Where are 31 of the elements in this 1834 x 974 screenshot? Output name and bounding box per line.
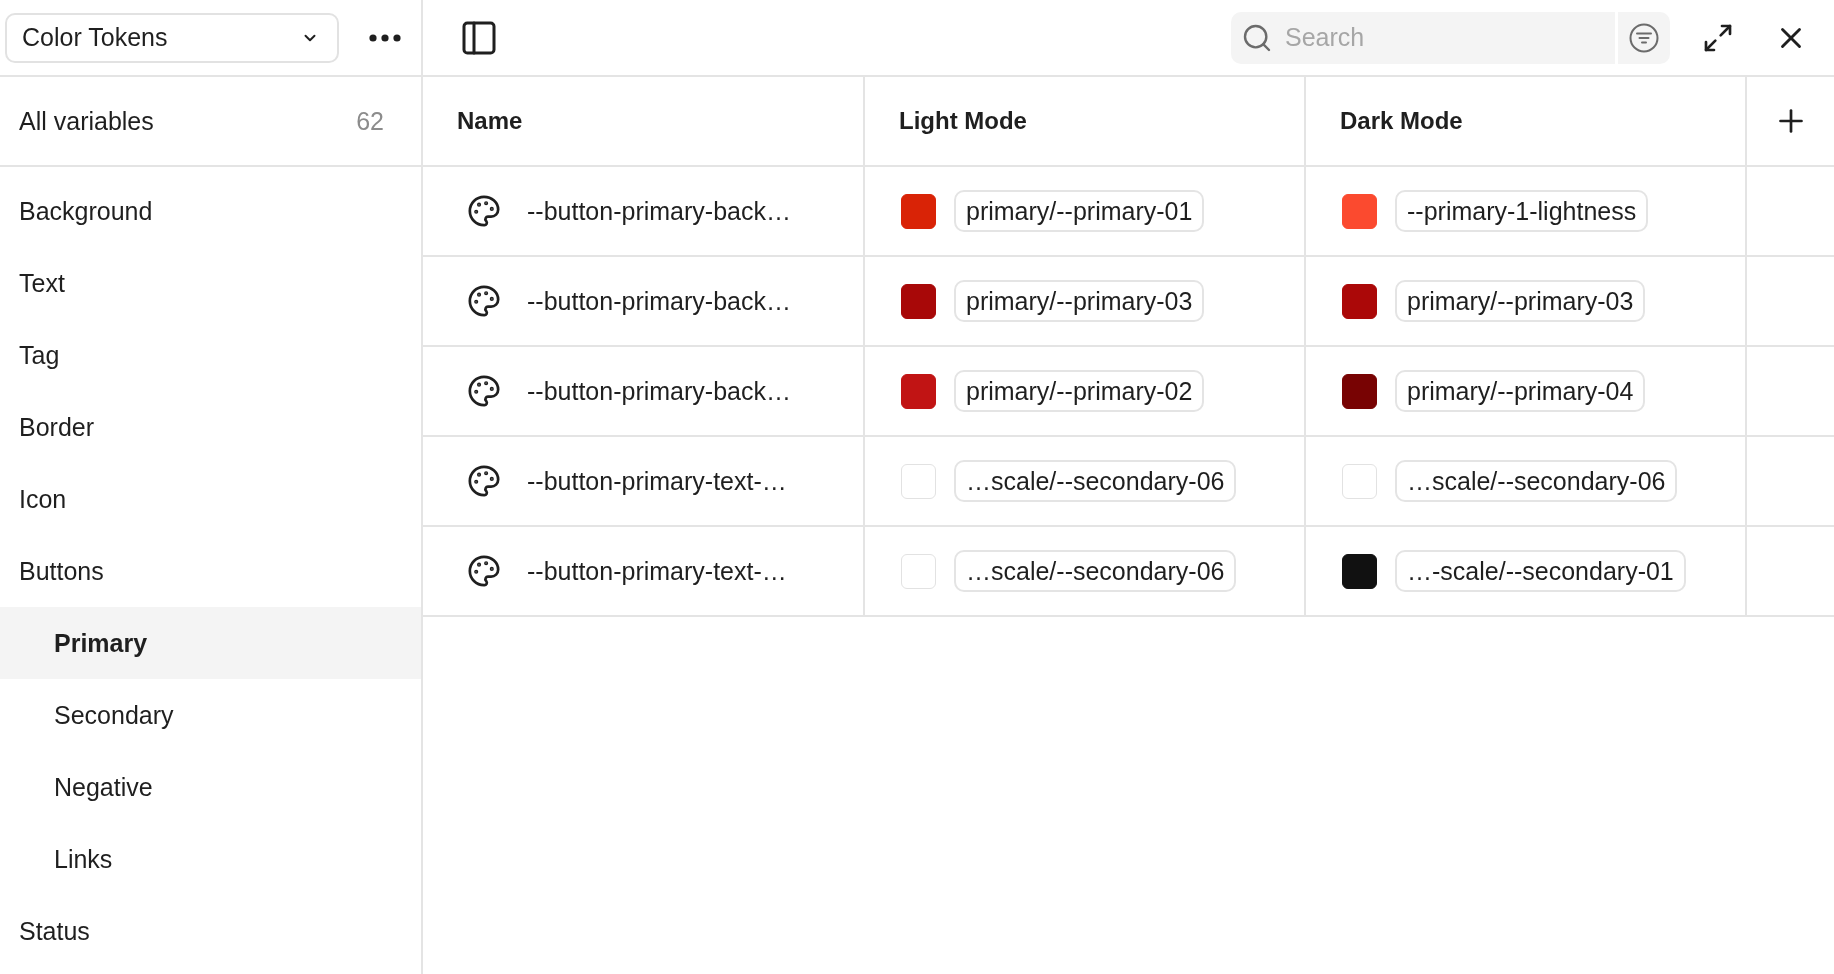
alias-chip[interactable]: …scale/--secondary-06	[1395, 460, 1678, 502]
column-header: Light Mode	[899, 107, 1027, 135]
sidebar-item[interactable]: Primary	[0, 607, 421, 679]
palette-icon	[467, 374, 501, 408]
search-field[interactable]: Search	[1231, 11, 1615, 64]
alias-chip[interactable]: primary/--primary-02	[954, 370, 1205, 412]
variable-name: --button-primary-back…	[527, 286, 791, 316]
ellipsis-icon	[369, 33, 401, 42]
palette-icon	[467, 284, 501, 318]
alias-chip[interactable]: primary/--primary-03	[1395, 280, 1646, 322]
variable-name: --button-primary-back…	[527, 196, 791, 226]
palette-icon	[467, 464, 501, 498]
alias-chip[interactable]: primary/--primary-04	[1395, 370, 1646, 412]
palette-icon	[467, 194, 501, 228]
alias-chip[interactable]: --primary-1-lightness	[1395, 190, 1649, 232]
alias-chip[interactable]: …-scale/--secondary-01	[1395, 550, 1686, 592]
column-header: Name	[457, 107, 523, 135]
alias-chip[interactable]: …scale/--secondary-06	[954, 550, 1237, 592]
column-header: Dark Mode	[1340, 107, 1463, 135]
palette-icon	[467, 554, 501, 588]
more-button[interactable]	[367, 31, 403, 44]
alias-chip[interactable]: primary/--primary-01	[954, 190, 1205, 232]
filter-button[interactable]	[1618, 11, 1670, 64]
variable-name: --button-primary-text-…	[527, 466, 787, 496]
filter-icon	[1629, 22, 1659, 53]
variable-count: 62	[356, 106, 384, 136]
alias-chip[interactable]: primary/--primary-03	[954, 280, 1205, 322]
collection-dropdown[interactable]: Color Tokens	[5, 12, 339, 63]
variable-name: --button-primary-back…	[527, 376, 791, 406]
alias-chip[interactable]: …scale/--secondary-06	[954, 460, 1237, 502]
variable-name: --button-primary-text-…	[527, 556, 787, 586]
